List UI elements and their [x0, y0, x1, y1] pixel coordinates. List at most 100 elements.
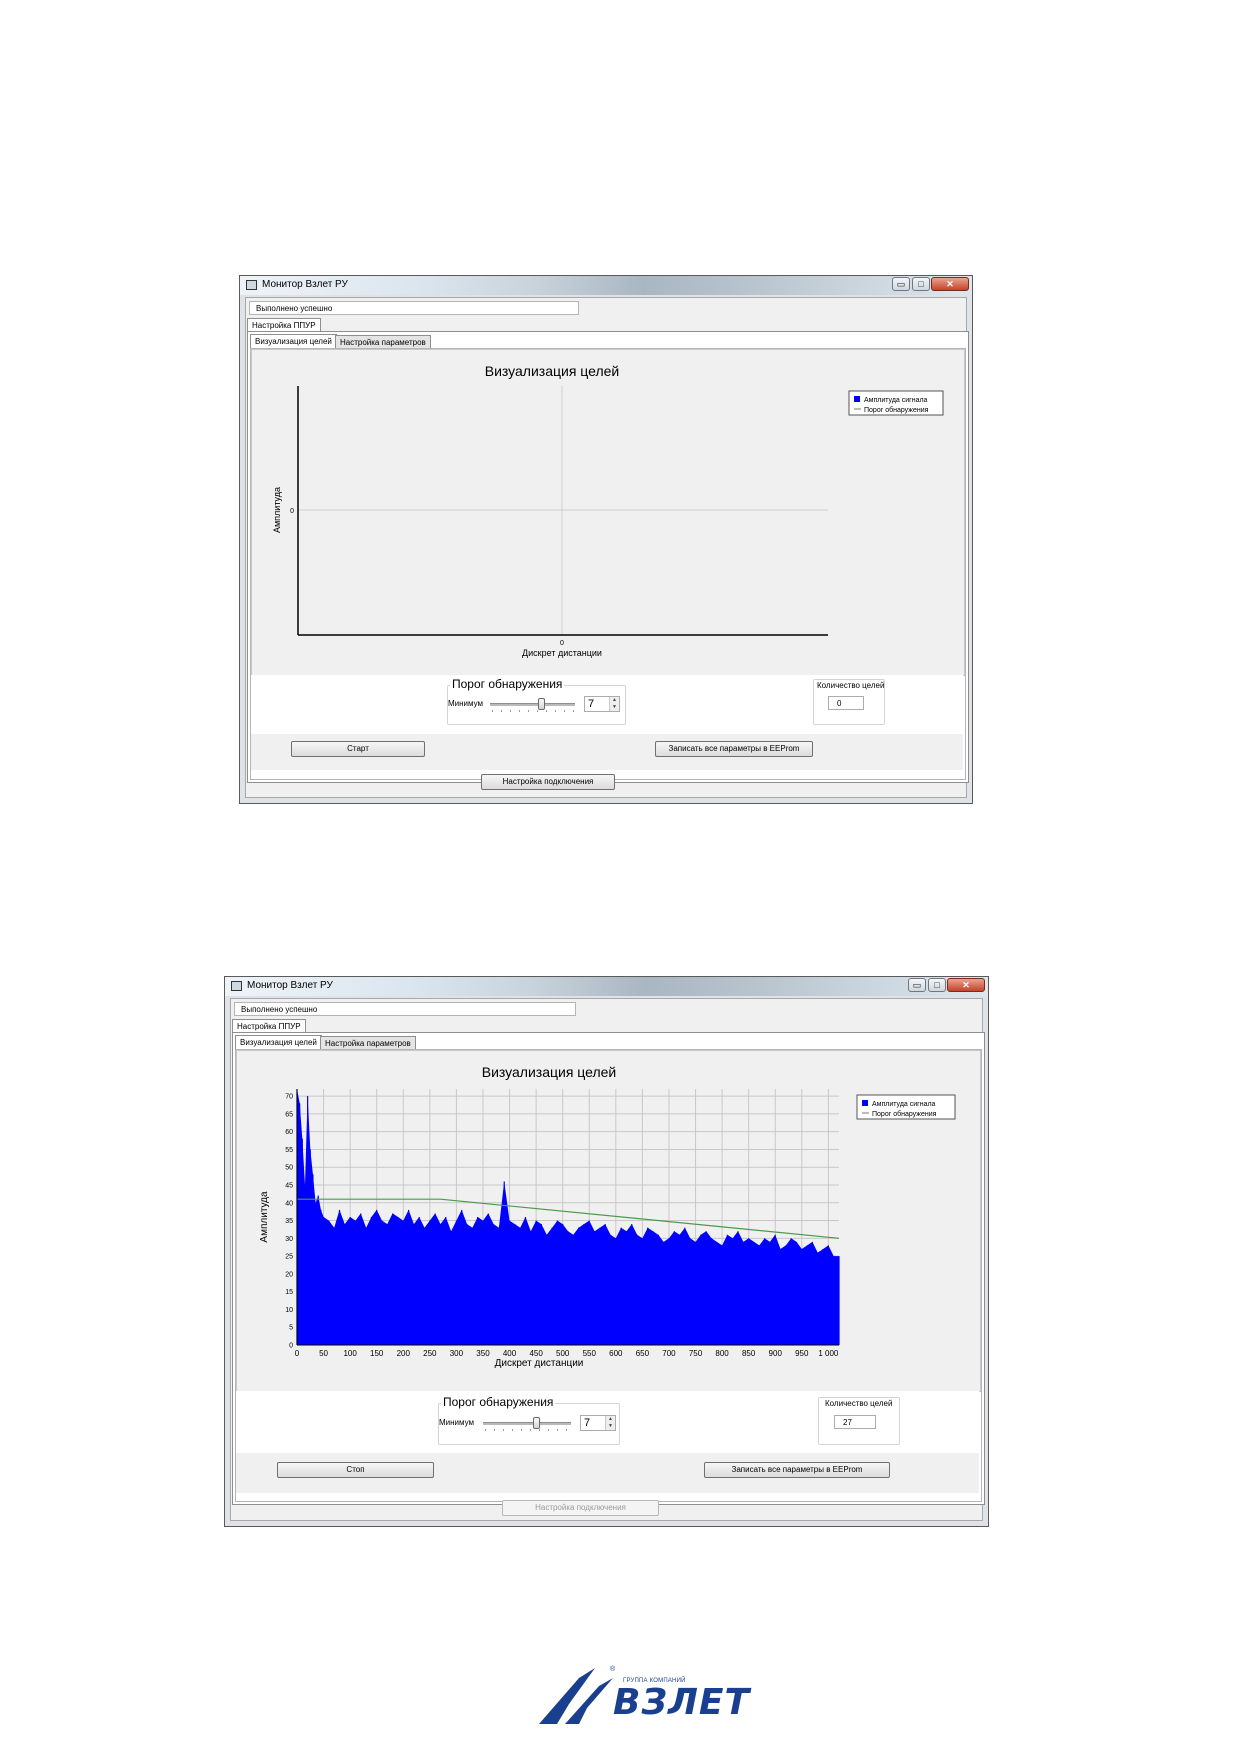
threshold-group: Порог обнаружения Минимум 7 ▲ ▼ [438, 1395, 620, 1445]
client-area: Выполнено успешно Настройка ППУР Визуали… [245, 297, 969, 798]
spin-down-icon[interactable]: ▼ [606, 1423, 615, 1430]
tab-ppur-settings[interactable]: Настройка ППУР [247, 318, 321, 332]
logo-wing-icon [539, 1668, 613, 1724]
x-axis-label: Дискрет дистанции [522, 648, 602, 658]
y-tick-label: 60 [285, 1129, 293, 1136]
x-tick-label: 500 [556, 1349, 570, 1358]
target-count-group: Количество целей 0 [813, 679, 885, 725]
chart-area: Визуализация целей 0 0 Дискрет дистанции… [251, 349, 965, 676]
save-eeprom-button[interactable]: Записать все параметры в EEProm [655, 741, 813, 757]
spin-down-icon[interactable]: ▼ [610, 704, 619, 711]
status-field: Выполнено успешно [234, 1002, 576, 1016]
y-tick-label: 30 [285, 1236, 293, 1243]
threshold-group-title: Порог обнаружения [441, 1395, 556, 1409]
title-bar[interactable]: Монитор Взлет РУ ▭ □ ✕ [225, 977, 988, 996]
window-title: Монитор Взлет РУ [262, 279, 348, 290]
close-icon[interactable]: ✕ [931, 277, 969, 291]
y-tick-label: 5 [289, 1325, 293, 1332]
threshold-spinbox[interactable]: 7 ▲ ▼ [580, 1415, 616, 1431]
app-icon [231, 981, 242, 991]
tab-target-visualization[interactable]: Визуализация целей [250, 334, 337, 348]
legend: Амплитуда сигнала Порог обнаружения [856, 1094, 956, 1120]
x-tick-label: 1 000 [818, 1349, 839, 1358]
x-tick-label: 50 [319, 1349, 328, 1358]
y-tick-labels: 0 5 10 15 20 25 30 35 40 45 50 55 60 65 70 [285, 1094, 293, 1350]
y-tick-label: 55 [285, 1147, 293, 1154]
stop-button[interactable]: Стоп [277, 1462, 434, 1478]
amplitude-bars [296, 1089, 840, 1345]
legend-amplitude-swatch [862, 1100, 868, 1106]
window-title: Монитор Взлет РУ [247, 980, 333, 991]
y-tick-label: 20 [285, 1271, 293, 1278]
threshold-slider-thumb[interactable] [538, 698, 545, 710]
app-window-1: Монитор Взлет РУ ▭ □ ✕ Выполнено успешно… [239, 275, 973, 804]
threshold-value: 7 [584, 1417, 591, 1429]
app-window-2: Монитор Взлет РУ ▭ □ ✕ Выполнено успешно… [224, 976, 989, 1527]
slider-ticks [485, 1429, 570, 1431]
x-tick-label: 0 [560, 640, 564, 647]
threshold-slider-track[interactable] [483, 1422, 571, 1425]
connection-settings-button[interactable]: Настройка подключения [481, 774, 615, 790]
x-tick-label: 350 [476, 1349, 490, 1358]
inner-tab-pane: Визуализация целей 0 5 10 15 20 25 30 35 40 45 50 5… [235, 1049, 982, 1502]
x-axis-label: Дискрет дистанции [495, 1358, 584, 1369]
legend-threshold-label: Порог обнаружения [864, 406, 929, 414]
slider-ticks [492, 710, 574, 712]
outer-tab-pane: Визуализация целей Настройка параметров … [232, 1032, 985, 1505]
action-band: Старт Записать все параметры в EEProm [251, 734, 963, 770]
minimum-label: Минимум [439, 1418, 475, 1427]
maximize-icon[interactable]: □ [928, 978, 946, 992]
status-field: Выполнено успешно [249, 301, 579, 315]
minimize-icon[interactable]: ▭ [892, 277, 910, 291]
y-axis-label: Амплитуда [259, 1191, 270, 1243]
target-count-label: Количество целей [825, 1399, 893, 1408]
chart-svg: Визуализация целей 0 5 10 15 20 25 30 35 40 45 50 5… [259, 1064, 956, 1369]
controls-panel: Порог обнаружения Минимум 7 ▲ ▼ Количест… [236, 1391, 979, 1451]
legend: Амплитуда сигнала Порог обнаружения [848, 390, 944, 416]
minimum-label: Минимум [448, 699, 484, 708]
y-tick-label: 25 [285, 1254, 293, 1261]
threshold-spinbox[interactable]: 7 ▲ ▼ [584, 696, 620, 712]
target-count-group: Количество целей 27 [818, 1397, 900, 1445]
start-button[interactable]: Старт [291, 741, 425, 757]
controls-panel: Порог обнаружения Минимум 7 ▲ ▼ Количест… [251, 675, 963, 733]
x-tick-label: 600 [609, 1349, 623, 1358]
threshold-slider-track[interactable] [490, 703, 575, 706]
save-eeprom-button[interactable]: Записать все параметры в EEProm [704, 1462, 890, 1478]
spin-buttons: ▲ ▼ [605, 1416, 615, 1430]
x-tick-label: 700 [662, 1349, 676, 1358]
minimize-icon[interactable]: ▭ [908, 978, 926, 992]
title-bar[interactable]: Монитор Взлет РУ ▭ □ ✕ [240, 276, 972, 295]
x-tick-label: 850 [742, 1349, 756, 1358]
legend-amplitude-swatch [854, 396, 860, 402]
registered-mark: ® [610, 1666, 616, 1673]
maximize-icon[interactable]: □ [912, 277, 930, 291]
chart-svg: Визуализация целей 0 0 Дискрет дистанции… [272, 363, 944, 658]
tab-parameter-settings[interactable]: Настройка параметров [320, 1036, 416, 1050]
close-icon[interactable]: ✕ [947, 978, 985, 992]
app-icon [246, 280, 257, 290]
x-tick-label: 300 [450, 1349, 464, 1358]
x-tick-label: 950 [795, 1349, 809, 1358]
y-tick-label: 35 [285, 1218, 293, 1225]
legend-threshold-label: Порог обнаружения [872, 1110, 937, 1118]
y-axis-label: Амплитуда [272, 487, 282, 533]
legend-amplitude-label: Амплитуда сигнала [864, 397, 928, 404]
tab-ppur-settings[interactable]: Настройка ППУР [232, 1019, 306, 1033]
tab-target-visualization[interactable]: Визуализация целей [235, 1035, 322, 1049]
x-tick-label: 200 [397, 1349, 411, 1358]
y-tick-label: 0 [289, 1343, 293, 1350]
tab-parameter-settings[interactable]: Настройка параметров [335, 335, 431, 349]
threshold-slider-thumb[interactable] [533, 1417, 540, 1429]
connection-settings-button[interactable]: Настройка подключения [502, 1500, 659, 1516]
y-tick-label: 40 [285, 1200, 293, 1207]
target-count-label: Количество целей [817, 681, 885, 690]
y-tick-label: 45 [285, 1183, 293, 1190]
client-area: Выполнено успешно Настройка ППУР Визуали… [230, 998, 985, 1521]
chart-area: Визуализация целей 0 5 10 15 20 25 30 35 40 45 50 5… [236, 1050, 981, 1392]
y-tick-label: 15 [285, 1289, 293, 1296]
spin-buttons: ▲ ▼ [609, 697, 619, 711]
x-tick-label: 250 [423, 1349, 437, 1358]
target-count-field: 27 [834, 1415, 876, 1429]
x-tick-label: 450 [529, 1349, 543, 1358]
